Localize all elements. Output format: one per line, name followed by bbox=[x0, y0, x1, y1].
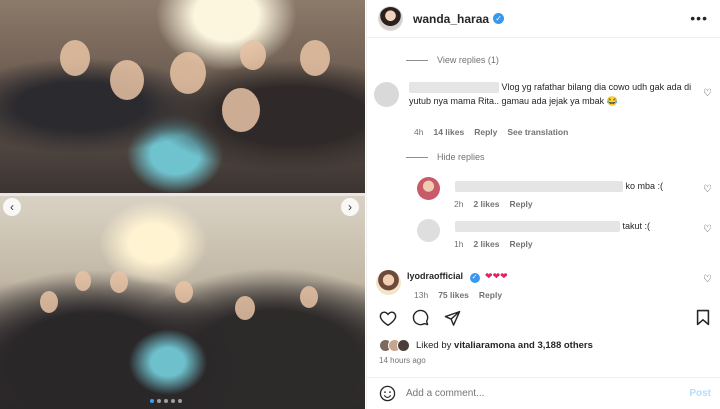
post-header: wanda_haraa ✓ ••• bbox=[367, 0, 720, 38]
comment-text: lyodraofficial ✓ ❤❤❤ bbox=[407, 269, 508, 283]
action-bar bbox=[379, 309, 461, 326]
liked-by-user[interactable]: vitaliaramona bbox=[454, 340, 515, 351]
carousel-dot bbox=[164, 399, 168, 403]
comments-panel: wanda_haraa ✓ ••• View replies (1) Vlog … bbox=[366, 0, 720, 409]
carousel-dot bbox=[171, 399, 175, 403]
like-heart-icon[interactable] bbox=[379, 310, 397, 326]
comment-time: 4h bbox=[414, 127, 424, 137]
comment-likes[interactable]: 75 likes bbox=[438, 290, 469, 300]
liked-by-prefix: Liked by bbox=[416, 340, 452, 351]
reply-text: ko mba :( bbox=[455, 179, 663, 193]
reply-time: 1h bbox=[454, 239, 464, 249]
post-media[interactable]: ‹ › bbox=[0, 0, 365, 409]
reply-meta: 1h 2 likes Reply bbox=[454, 239, 533, 249]
like-heart-icon[interactable]: ♡ bbox=[703, 88, 712, 99]
like-heart-icon[interactable]: ♡ bbox=[703, 184, 712, 195]
avatar[interactable] bbox=[376, 270, 401, 295]
comment-meta: 13h 75 likes Reply bbox=[414, 290, 502, 300]
hide-replies-label: Hide replies bbox=[437, 152, 485, 162]
view-replies-toggle[interactable]: View replies (1) bbox=[406, 55, 499, 65]
add-comment-bar: Post bbox=[367, 377, 720, 409]
bookmark-icon[interactable] bbox=[696, 309, 710, 326]
reply-text: takut :( bbox=[455, 219, 650, 233]
carousel-dots bbox=[150, 399, 182, 403]
divider-line bbox=[406, 59, 428, 61]
liked-by: Liked by vitaliaramona and 3,188 others bbox=[379, 339, 593, 352]
reply-button[interactable]: Reply bbox=[509, 239, 532, 249]
comment-time: 13h bbox=[414, 290, 429, 300]
blurred-username bbox=[409, 82, 499, 94]
verified-badge-icon: ✓ bbox=[469, 273, 480, 283]
see-translation-button[interactable]: See translation bbox=[507, 127, 568, 137]
photo-party-closeup bbox=[0, 0, 365, 193]
reply-button[interactable]: Reply bbox=[474, 127, 497, 137]
avatar[interactable] bbox=[417, 219, 440, 242]
next-arrow-icon[interactable]: › bbox=[341, 198, 359, 216]
comment-text: Vlog yg rafathar bilang dia cowo udh gak… bbox=[409, 80, 699, 108]
avatar[interactable] bbox=[378, 6, 403, 31]
post-username[interactable]: wanda_haraa bbox=[413, 12, 489, 26]
comment-likes[interactable]: 14 likes bbox=[433, 127, 464, 137]
verified-badge-icon: ✓ bbox=[493, 13, 505, 24]
avatar[interactable] bbox=[397, 339, 410, 352]
reply-body: ko mba :( bbox=[625, 181, 664, 191]
post-time: 14 hours ago bbox=[379, 356, 426, 365]
view-replies-label: View replies (1) bbox=[437, 55, 499, 65]
more-horizontal-icon[interactable]: ••• bbox=[690, 10, 708, 26]
hide-replies-toggle[interactable]: Hide replies bbox=[406, 152, 485, 162]
carousel-dot bbox=[157, 399, 161, 403]
liked-by-others[interactable]: and 3,188 others bbox=[518, 340, 593, 351]
reply-time: 2h bbox=[454, 199, 464, 209]
reply-body: takut :( bbox=[622, 221, 651, 231]
carousel-dot bbox=[150, 399, 154, 403]
blurred-username bbox=[455, 221, 620, 233]
comment-body: ❤❤❤ bbox=[485, 271, 508, 281]
divider-line bbox=[406, 156, 428, 158]
reply-likes[interactable]: 2 likes bbox=[473, 239, 499, 249]
comment-input[interactable] bbox=[406, 388, 666, 399]
reply-meta: 2h 2 likes Reply bbox=[454, 199, 533, 209]
like-heart-icon[interactable]: ♡ bbox=[703, 224, 712, 235]
blurred-username bbox=[455, 181, 623, 193]
post-button[interactable]: Post bbox=[689, 388, 711, 399]
comment-meta: 4h 14 likes Reply See translation bbox=[414, 127, 568, 137]
reply-button[interactable]: Reply bbox=[479, 290, 502, 300]
avatar[interactable] bbox=[417, 177, 440, 200]
emoji-icon[interactable] bbox=[379, 385, 396, 402]
like-heart-icon[interactable]: ♡ bbox=[703, 274, 712, 285]
previous-arrow-icon[interactable]: ‹ bbox=[3, 198, 21, 216]
photo-party-group bbox=[0, 196, 365, 409]
avatar[interactable] bbox=[374, 82, 399, 107]
comment-username[interactable]: lyodraofficial bbox=[407, 271, 463, 281]
share-send-icon[interactable] bbox=[444, 310, 461, 326]
comment-bubble-icon[interactable] bbox=[412, 309, 429, 326]
reply-likes[interactable]: 2 likes bbox=[473, 199, 499, 209]
reply-button[interactable]: Reply bbox=[509, 199, 532, 209]
carousel-dot bbox=[178, 399, 182, 403]
